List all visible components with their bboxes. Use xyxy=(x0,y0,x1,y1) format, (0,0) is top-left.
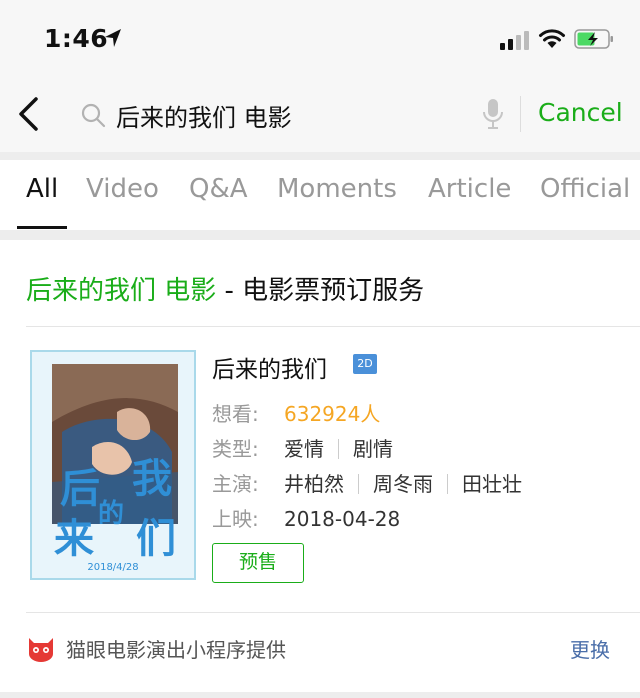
search-icon xyxy=(81,103,106,128)
svg-text:我: 我 xyxy=(132,455,172,502)
result-title-rest: - 电影票预订服务 xyxy=(216,276,425,306)
status-bar: 1:46 xyxy=(0,0,640,78)
want-count: 632924人 xyxy=(284,402,381,426)
active-tab-indicator xyxy=(17,226,67,229)
format-badge: 2D xyxy=(353,354,377,374)
cast-item: 田壮壮 xyxy=(462,472,522,496)
cancel-button[interactable]: Cancel xyxy=(538,98,623,127)
svg-text:的: 的 xyxy=(98,498,124,529)
movie-poster[interactable]: 后 我 的 来 们 2018/4/28 xyxy=(30,350,196,580)
tab-moments[interactable]: Moments xyxy=(277,174,397,204)
cast-label: 主演: xyxy=(212,472,259,496)
release-row: 上映: 2018-04-28 xyxy=(212,503,400,532)
cast-item: 周冬雨 xyxy=(373,472,433,496)
cast-row: 主演: 井柏然 周冬雨 田壮壮 xyxy=(212,468,522,497)
search-divider xyxy=(520,96,521,132)
microphone-icon[interactable] xyxy=(482,98,504,130)
release-label: 上映: xyxy=(212,507,259,531)
divider xyxy=(26,612,640,613)
cellular-signal-icon xyxy=(500,30,532,50)
location-arrow-icon xyxy=(105,29,121,47)
result-title[interactable]: 后来的我们 电影 - 电影票预订服务 xyxy=(26,270,424,307)
svg-text:们: 们 xyxy=(136,515,176,562)
tab-article[interactable]: Article xyxy=(428,174,511,204)
maoyan-cat-icon xyxy=(29,638,53,662)
tab-official[interactable]: Official xyxy=(540,174,630,204)
tab-video[interactable]: Video xyxy=(86,174,159,204)
tab-qa[interactable]: Q&A xyxy=(189,174,248,204)
battery-charging-icon xyxy=(574,29,613,49)
provider-text: 猫眼电影演出小程序提供 xyxy=(66,638,286,662)
genre-row: 类型: 爱情 剧情 xyxy=(212,433,393,462)
change-button[interactable]: 更换 xyxy=(570,634,610,663)
search-bar: 后来的我们 电影 Cancel xyxy=(0,78,640,152)
cast-item: 井柏然 xyxy=(284,472,344,496)
presale-button[interactable]: 预售 xyxy=(212,543,304,583)
genre-item: 剧情 xyxy=(353,437,393,461)
search-tabs: All Video Q&A Moments Article Official xyxy=(0,160,640,230)
movie-title[interactable]: 后来的我们 xyxy=(212,350,327,384)
release-date: 2018-04-28 xyxy=(284,507,401,531)
result-title-highlight: 后来的我们 电影 xyxy=(26,276,217,306)
divider xyxy=(26,326,640,327)
genre-item: 爱情 xyxy=(284,437,324,461)
want-label: 想看: xyxy=(212,402,259,426)
status-time: 1:46 xyxy=(44,24,109,53)
movie-result-card[interactable]: 后来的我们 电影 - 电影票预订服务 后 我 的 来 们 2018/4/28 后… xyxy=(0,240,640,692)
tab-all[interactable]: All xyxy=(26,174,58,204)
poster-artwork: 后 我 的 来 们 xyxy=(32,352,194,578)
want-row: 想看: 632924人 xyxy=(212,398,380,427)
poster-date: 2018/4/28 xyxy=(87,562,139,573)
svg-text:来: 来 xyxy=(54,515,94,562)
search-input[interactable]: 后来的我们 电影 xyxy=(116,98,292,133)
svg-text:后: 后 xyxy=(60,465,100,512)
genre-label: 类型: xyxy=(212,437,259,461)
back-arrow-icon[interactable] xyxy=(16,96,40,132)
wifi-icon xyxy=(539,29,565,48)
